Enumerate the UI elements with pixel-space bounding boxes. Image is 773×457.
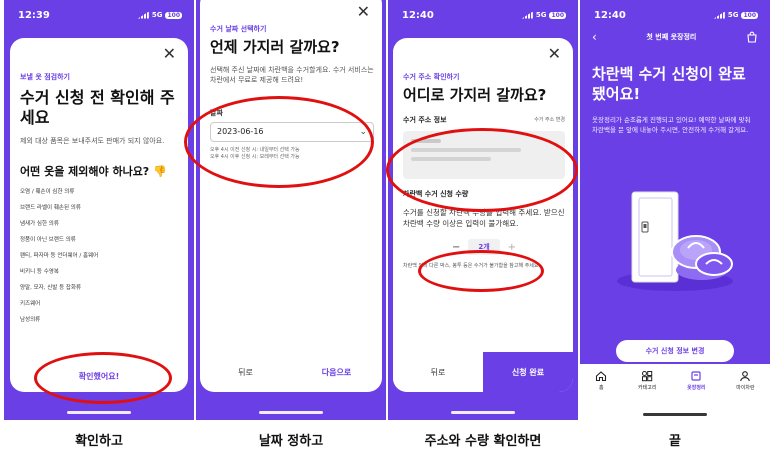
battery-icon: 100 [165, 11, 182, 19]
home-indicator [643, 413, 707, 416]
checklist-sheet: ✕ 보낼 옷 점검하기 수거 신청 전 확인해 주세요 제외 대상 품목은 보내… [10, 38, 188, 392]
bottom-actions: 뒤로 다음으로 [200, 352, 382, 392]
exclusion-item: 남성의류 [20, 316, 41, 323]
address-label: 수거 주소 정보 [403, 115, 447, 124]
tab-label: 카테고리 [638, 385, 657, 391]
shopping-bag-icon[interactable] [746, 31, 758, 43]
submit-button[interactable]: 신청 완료 [483, 352, 573, 392]
home-indicator [259, 411, 323, 414]
address-sheet: ✕ 수거 주소 확인하기 어디로 가지러 갈까요? 수거 주소 정보 수거 주소… [393, 38, 573, 392]
back-chevron-icon[interactable]: ‹ [592, 30, 597, 44]
status-time: 12:40 [402, 9, 434, 21]
sheet-eyebrow: 수거 날짜 선택하기 [210, 25, 267, 33]
exclusion-item: 냄새가 심한 의류 [20, 220, 59, 227]
exclusion-list: 오염 / 훼손이 심한 의류브랜드 라벨이 훼손된 의류냄새가 심한 의류정품이… [20, 187, 178, 323]
sheet-description: 제외 대상 품목은 보내주셔도 판매가 되지 않아요. [20, 137, 165, 145]
caption-step-4: 끝 [669, 434, 681, 449]
tutorial-collage: 12:39 5G 100 ✕ 보낼 옷 점검하기 수거 신청 전 확인해 주세요… [0, 0, 773, 457]
network-label: 5G [535, 11, 547, 19]
signal-icon [521, 11, 533, 19]
sheet-title: 수거 신청 전 확인해 주세요 [20, 88, 175, 127]
tab-label: 옷장정리 [687, 385, 706, 391]
complete-description: 옷장정리가 순조롭게 진행되고 있어요! 예약한 날짜에 맞춰 차란백을 문 앞… [592, 115, 751, 134]
sheet-title: 언제 가지러 갈까요? [210, 38, 340, 56]
tab-home[interactable]: 홈 [595, 370, 607, 391]
next-button[interactable]: 다음으로 [291, 367, 382, 378]
change-request-button[interactable]: 수거 신청 정보 변경 [616, 340, 734, 362]
highlight-address [386, 128, 578, 212]
caption-step-2: 날짜 정하고 [258, 434, 324, 449]
signal-icon [137, 11, 149, 19]
highlight-confirm [34, 352, 172, 404]
exclusion-item: 정품이 아닌 브랜드 의류 [20, 236, 76, 243]
bottom-actions: 뒤로 신청 완료 [393, 352, 573, 392]
page-header: 첫 번째 옷장정리 [646, 33, 697, 41]
network-label: 5G [727, 11, 739, 19]
door-bags-illustration [617, 191, 733, 291]
caption-step-3: 주소와 수량 확인하면 [424, 434, 542, 449]
exclusion-item: 브랜드 라벨이 훼손된 의류 [20, 204, 81, 211]
status-bar: 12:40 5G 100 [580, 0, 770, 30]
closet-icon [691, 371, 701, 381]
sheet-eyebrow: 보낼 옷 점검하기 [20, 73, 70, 81]
exclusion-item: 키즈웨어 [20, 300, 41, 307]
highlight-date [184, 96, 374, 188]
highlight-quantity [418, 250, 544, 292]
home-indicator [451, 411, 515, 414]
close-icon[interactable]: ✕ [163, 46, 176, 62]
close-icon[interactable]: ✕ [357, 4, 370, 20]
tab-label: 홈 [599, 385, 604, 391]
status-bar: 12:39 5G 100 [4, 0, 194, 30]
top-nav: ‹ 첫 번째 옷장정리 [580, 28, 770, 46]
battery-icon: 100 [549, 11, 566, 19]
user-icon [740, 371, 751, 382]
signal-icon [713, 11, 725, 19]
phone-screen-date: ✕ 수거 날짜 선택하기 언제 가지러 갈까요? 선택해 주신 날짜에 차란백을… [196, 0, 386, 420]
phone-screen-complete: 12:40 5G 100 ‹ 첫 번째 옷장정리 차란백 수거 신청이 완료됐어… [580, 0, 770, 420]
tab-closet[interactable]: 옷장정리 [687, 370, 706, 391]
caption-step-1: 확인하고 [75, 434, 123, 449]
exclusion-item: 양말, 모자, 신발 등 잡화류 [20, 284, 82, 291]
status-bar: 12:40 5G 100 [388, 0, 578, 30]
exclusion-subtitle: 어떤 옷을 제외해야 하나요? 👎 [20, 164, 167, 178]
exclusion-item: 비키니 등 수영복 [20, 268, 59, 275]
grid-icon [642, 371, 653, 382]
exclusion-item: 오염 / 훼손이 심한 의류 [20, 188, 75, 195]
complete-title: 차란백 수거 신청이 완료됐어요! [592, 65, 746, 104]
home-icon [596, 371, 607, 382]
home-indicator [67, 411, 131, 414]
bottom-tab-bar: 홈 카테고리 옷장정리 마이차란 [580, 364, 770, 420]
date-sheet: ✕ 수거 날짜 선택하기 언제 가지러 갈까요? 선택해 주신 날짜에 차란백을… [200, 0, 382, 392]
plus-button[interactable]: + [508, 242, 516, 253]
back-button[interactable]: 뒤로 [200, 367, 291, 378]
back-button[interactable]: 뒤로 [393, 352, 483, 392]
tab-my[interactable]: 마이차란 [736, 370, 755, 391]
exclusion-item: 팬티, 파자마 등 언더웨어 / 홈웨어 [20, 252, 99, 259]
network-label: 5G [151, 11, 163, 19]
status-time: 12:40 [594, 9, 626, 21]
battery-icon: 100 [741, 11, 758, 19]
tab-category[interactable]: 카테고리 [638, 370, 656, 391]
tab-label: 마이차란 [736, 385, 755, 391]
close-icon[interactable]: ✕ [548, 46, 561, 62]
sheet-title: 어디로 가지러 갈까요? [403, 86, 547, 104]
status-time: 12:39 [18, 9, 50, 21]
sheet-description: 선택해 주신 날짜에 차란백을 수거할게요. 수거 서비스는 차란에서 무료로 … [210, 65, 374, 85]
address-change-link[interactable]: 수거 주소 변경 [534, 116, 565, 123]
sheet-eyebrow: 수거 주소 확인하기 [403, 73, 460, 81]
